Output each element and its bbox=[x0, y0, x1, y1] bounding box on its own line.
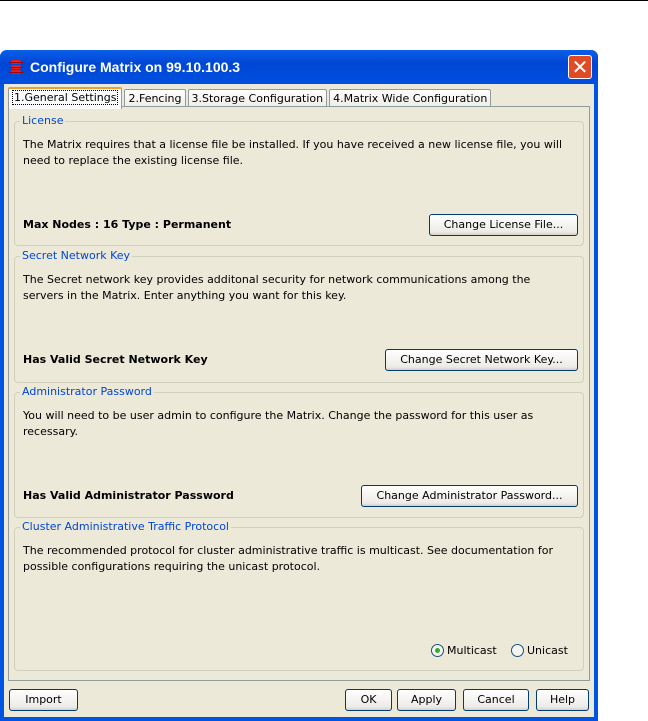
secret-key-group: Secret Network Key The Secret network ke… bbox=[14, 249, 584, 383]
tab-general-settings[interactable]: 1.General Settings bbox=[8, 87, 123, 109]
admin-password-status: Has Valid Administrator Password bbox=[23, 489, 234, 502]
unicast-radio[interactable]: Unicast bbox=[511, 644, 568, 657]
ok-button[interactable]: OK bbox=[345, 689, 392, 711]
close-button[interactable]: ✕ bbox=[568, 55, 592, 79]
close-icon: ✕ bbox=[571, 55, 589, 79]
import-button[interactable]: Import bbox=[9, 689, 78, 711]
tab-label: 1.General Settings bbox=[12, 90, 119, 105]
change-admin-password-button[interactable]: Change Administrator Password... bbox=[361, 485, 578, 507]
configure-matrix-dialog: Configure Matrix on 99.10.100.3 ✕ 1.Gene… bbox=[0, 50, 598, 721]
license-group: License The Matrix requires that a licen… bbox=[14, 114, 584, 246]
protocol-description: The recommended protocol for cluster adm… bbox=[23, 544, 553, 573]
apply-button[interactable]: Apply bbox=[397, 689, 456, 711]
admin-password-description: You will need to be user admin to config… bbox=[23, 409, 534, 438]
change-license-file-button[interactable]: Change License File... bbox=[429, 214, 578, 236]
tab-bar: 1.General Settings 2.Fencing 3.Storage C… bbox=[8, 87, 493, 109]
secret-key-description: The Secret network key provides additona… bbox=[23, 273, 531, 302]
group-title: Secret Network Key bbox=[20, 249, 133, 262]
general-settings-panel: License The Matrix requires that a licen… bbox=[8, 106, 590, 681]
secret-key-status: Has Valid Secret Network Key bbox=[23, 353, 208, 366]
multicast-radio[interactable]: Multicast bbox=[431, 644, 497, 657]
cancel-button[interactable]: Cancel bbox=[463, 689, 529, 711]
group-title: Cluster Administrative Traffic Protocol bbox=[20, 520, 231, 533]
separator-line bbox=[0, 0, 648, 1]
radio-selected-icon bbox=[431, 644, 444, 657]
window-title: Configure Matrix on 99.10.100.3 bbox=[30, 59, 241, 75]
radio-unselected-icon bbox=[511, 644, 524, 657]
matrix-app-icon bbox=[9, 60, 23, 74]
radio-label: Unicast bbox=[527, 644, 568, 657]
title-bar[interactable]: Configure Matrix on 99.10.100.3 ✕ bbox=[0, 50, 598, 84]
admin-password-group: Administrator Password You will need to … bbox=[14, 385, 584, 518]
traffic-protocol-group: Cluster Administrative Traffic Protocol … bbox=[14, 520, 584, 671]
change-secret-key-button[interactable]: Change Secret Network Key... bbox=[385, 349, 578, 371]
group-title: License bbox=[20, 114, 66, 127]
group-title: Administrator Password bbox=[20, 385, 154, 398]
license-description: The Matrix requires that a license file … bbox=[23, 138, 563, 167]
radio-label: Multicast bbox=[447, 644, 497, 657]
help-button[interactable]: Help bbox=[536, 689, 589, 711]
license-status: Max Nodes : 16 Type : Permanent bbox=[23, 218, 232, 231]
